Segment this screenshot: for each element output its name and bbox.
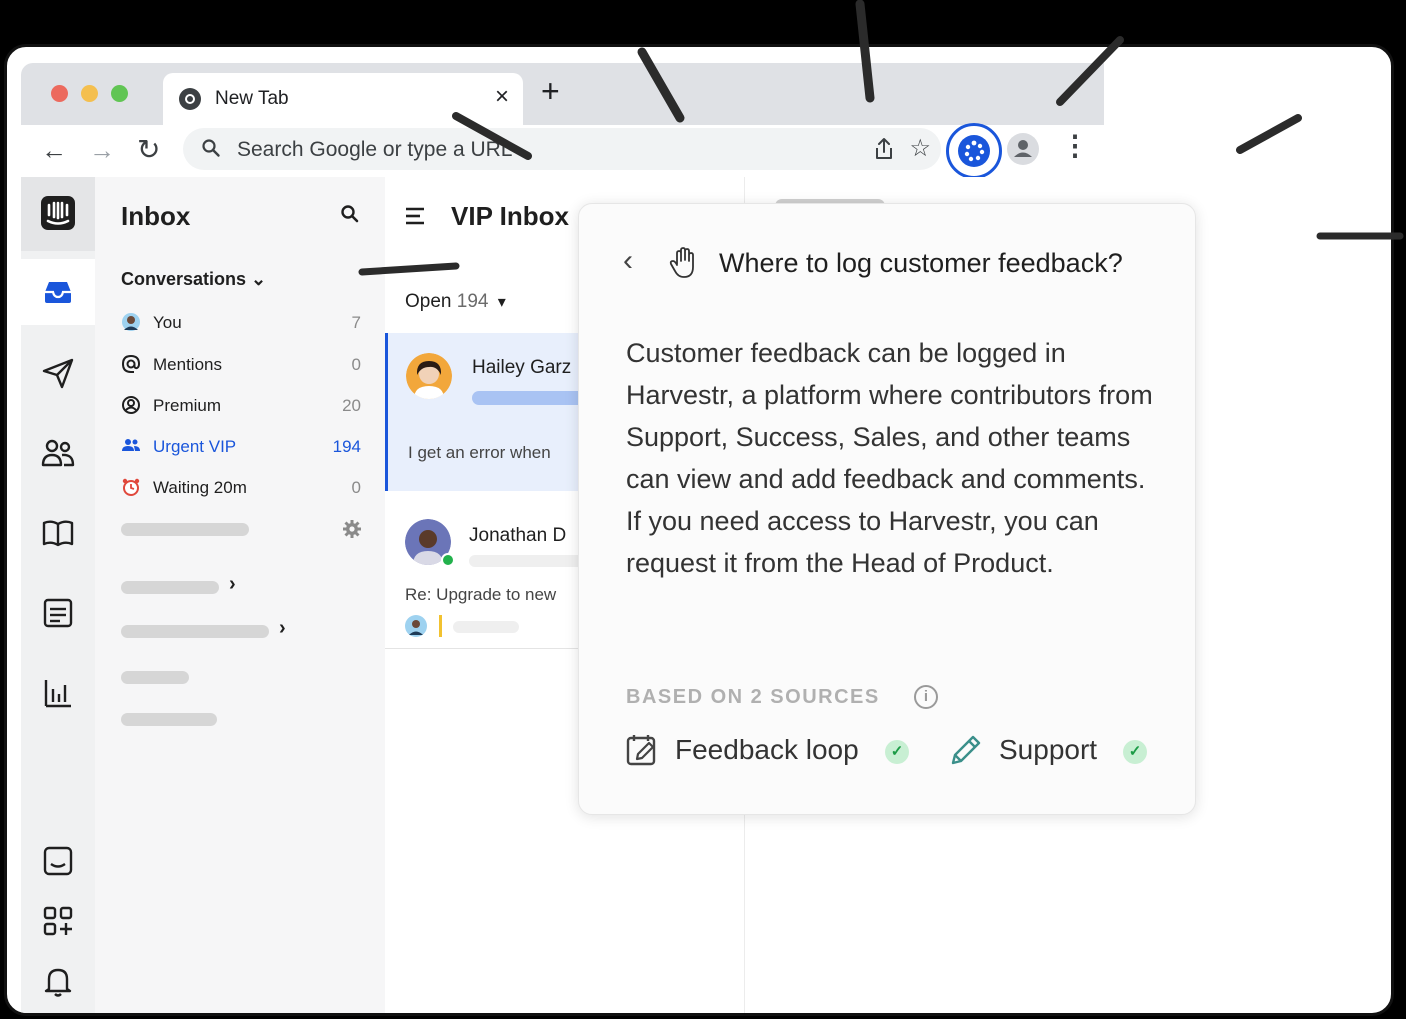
source-support[interactable]: Support ✓ [949, 732, 1179, 770]
priority-marker [439, 615, 442, 637]
tab-title: New Tab [215, 88, 289, 109]
sidebar-item-count: 0 [351, 355, 361, 374]
filter-count: 194 [456, 291, 489, 312]
person-icon [1014, 140, 1032, 157]
check-icon: ✓ [885, 740, 909, 764]
pencil-icon [951, 735, 981, 765]
conversations-header[interactable]: Conversations ⌄ [121, 269, 266, 290]
contacts-icon[interactable] [40, 435, 76, 471]
raised-hand-icon [669, 247, 694, 278]
browser-toolbar: ← → ↻ Search Google or type a URL ☆ ⋮ [21, 123, 1104, 179]
sidebar-item-waiting[interactable]: Waiting 20m 0 [121, 474, 361, 504]
back-button[interactable]: ‹ [623, 246, 633, 276]
chevron-right-icon[interactable]: › [229, 573, 236, 596]
tab-close-button[interactable]: × [495, 85, 509, 109]
reports-list-icon[interactable] [40, 595, 76, 631]
conversation-preview: I get an error when [408, 443, 551, 462]
sidebar-item-label: Urgent VIP [153, 437, 237, 456]
new-tab-button[interactable]: + [541, 75, 560, 107]
ai-answer-popup: ‹ Where to log customer feedback? Custom… [578, 203, 1196, 815]
extension-logo-icon [958, 135, 990, 167]
paper-plane-icon[interactable] [40, 355, 76, 391]
sidebar-item-label: Premium [153, 396, 222, 415]
intercom-logo-icon[interactable] [40, 195, 76, 231]
hamburger-menu-icon[interactable] [405, 207, 425, 225]
sidebar-item-premium[interactable]: Premium 20 [121, 392, 361, 422]
rail-inbox-tab[interactable] [21, 259, 95, 325]
sidebar-item-mentions[interactable]: Mentions 0 [121, 351, 361, 381]
loading-placeholder [121, 671, 189, 684]
forward-button[interactable]: → [89, 135, 115, 165]
conversation-name: Hailey Garz [472, 357, 572, 378]
loading-placeholder [121, 581, 219, 594]
sidebar-item-count: 0 [351, 478, 361, 497]
answer-text: Customer feedback can be logged in Harve… [626, 338, 1153, 578]
browser-menu-button[interactable]: ⋮ [1061, 131, 1089, 161]
minimize-window-dot[interactable] [81, 85, 98, 102]
gear-icon[interactable] [342, 519, 362, 539]
chrome-icon [179, 88, 201, 110]
maximize-window-dot[interactable] [111, 85, 128, 102]
list-title: VIP Inbox [451, 201, 569, 231]
source-feedback-loop[interactable]: Feedback loop ✓ [625, 732, 915, 770]
extension-button[interactable] [946, 123, 1002, 179]
loading-placeholder [121, 523, 249, 536]
question-title: Where to log customer feedback? [719, 248, 1123, 278]
address-bar[interactable]: Search Google or type a URL ☆ [183, 128, 941, 170]
share-icon[interactable] [873, 137, 895, 161]
at-icon [121, 354, 141, 373]
bell-icon[interactable] [40, 963, 76, 999]
inbox-title: Inbox [121, 201, 191, 231]
back-button[interactable]: ← [41, 135, 67, 165]
loading-placeholder [121, 625, 269, 638]
online-status-dot [441, 553, 455, 567]
sidebar-item-count: 194 [332, 437, 361, 456]
search-icon [202, 139, 220, 157]
apps-icon[interactable] [40, 903, 76, 939]
conversation-preview: Re: Upgrade to new [405, 585, 557, 604]
source-label: Support [999, 734, 1098, 765]
loading-placeholder [121, 713, 217, 726]
check-icon: ✓ [1123, 740, 1147, 764]
sidebar-item-label: Waiting 20m [153, 478, 247, 497]
page: New Tab × + ← → ↻ Search Google or type … [0, 0, 1406, 1019]
rail-logo-area [21, 177, 95, 251]
bar-chart-icon[interactable] [40, 675, 76, 711]
alarm-clock-icon [122, 478, 140, 496]
inbox-sidebar: Inbox Conversations ⌄ You 7 Mentions 0 P… [95, 177, 385, 1013]
bookmark-star-icon[interactable]: ☆ [909, 134, 931, 163]
browser-tab[interactable]: New Tab × [163, 73, 523, 125]
close-window-dot[interactable] [51, 85, 68, 102]
messenger-icon[interactable] [40, 843, 76, 879]
team-icon [122, 439, 140, 451]
info-icon[interactable]: i [914, 685, 938, 709]
user-circle-icon [122, 396, 140, 414]
filter-label: Open [405, 291, 452, 312]
sidebar-item-count: 7 [351, 313, 361, 332]
status-filter-dropdown[interactable]: Open 194 ▾ [405, 291, 506, 313]
loading-placeholder [453, 621, 519, 633]
address-bar-placeholder: Search Google or type a URL [237, 138, 513, 161]
source-label: Feedback loop [675, 734, 859, 765]
sidebar-item-you[interactable]: You 7 [121, 309, 361, 339]
avatar [406, 353, 452, 399]
sidebar-item-urgent-vip[interactable]: Urgent VIP 194 [121, 433, 361, 463]
profile-avatar-button[interactable] [1007, 133, 1039, 165]
conversation-name: Jonathan D [469, 525, 567, 546]
sources-label: BASED ON 2 SOURCES [626, 686, 880, 708]
avatar [405, 615, 427, 637]
sidebar-item-label: Mentions [153, 355, 222, 374]
calendar-edit-icon [626, 735, 656, 766]
sidebar-item-count: 20 [342, 396, 361, 415]
avatar-icon [122, 313, 140, 331]
search-icon[interactable] [339, 203, 361, 225]
tab-strip: New Tab × + [21, 63, 1104, 125]
chevron-right-icon[interactable]: › [279, 617, 286, 640]
book-icon[interactable] [40, 515, 76, 551]
sidebar-item-label: You [153, 313, 182, 332]
reload-button[interactable]: ↻ [137, 135, 160, 165]
caret-down-icon: ▾ [497, 294, 506, 311]
nav-rail [21, 177, 95, 1013]
inbox-tray-icon [45, 282, 71, 303]
